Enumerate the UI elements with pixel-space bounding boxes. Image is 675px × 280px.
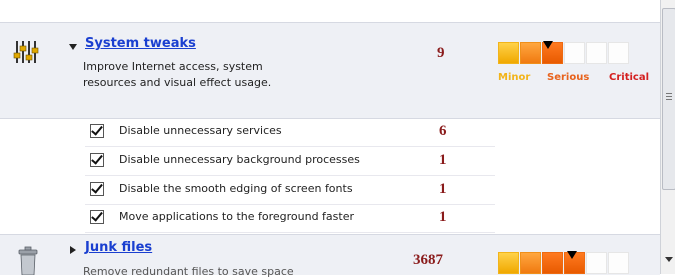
tweak-count: 1 [439, 181, 447, 197]
issue-count: 3687 [413, 252, 443, 268]
tweak-checkbox[interactable] [90, 153, 104, 167]
equalizer-sliders-icon [13, 41, 39, 63]
scroll-down-arrow-icon[interactable] [665, 257, 673, 262]
group-description-line-1: Improve Internet access, system [83, 60, 263, 73]
severity-meter [498, 252, 630, 274]
top-spacer [0, 0, 660, 22]
tweak-checkbox[interactable] [90, 182, 104, 196]
severity-label-serious: Serious [547, 72, 590, 83]
severity-segment [542, 252, 563, 274]
severity-segment [564, 42, 585, 64]
severity-pointer-icon [543, 41, 553, 49]
group-description-line-2: resources and visual effect usage. [83, 76, 272, 89]
severity-segment [498, 42, 519, 64]
collapse-arrow-icon[interactable] [69, 44, 77, 50]
expand-arrow-icon[interactable] [70, 246, 76, 254]
group-description-partial: Remove redundant files to save space [83, 265, 294, 278]
thumb-grip-icon [666, 99, 672, 100]
severity-segment [586, 252, 607, 274]
scrollbar-thumb[interactable] [662, 8, 675, 190]
severity-segment [608, 252, 629, 274]
group-title-link[interactable]: Junk files [85, 240, 152, 255]
severity-label-critical: Critical [609, 72, 650, 83]
tweak-count: 1 [439, 152, 447, 168]
severity-label-minor: Minor [498, 72, 531, 83]
severity-pointer-icon [567, 251, 577, 259]
group-junk-files[interactable]: Junk files Remove redundant files to sav… [0, 234, 660, 278]
trash-bin-icon [18, 246, 38, 275]
tweak-row[interactable]: Disable the smooth edging of screen font… [85, 176, 495, 205]
vertical-scrollbar[interactable] [660, 0, 675, 274]
group-system-tweaks[interactable]: System tweaks Improve Internet access, s… [0, 22, 660, 119]
tweak-label: Move applications to the foreground fast… [119, 210, 355, 223]
tweak-row[interactable]: Move applications to the foreground fast… [85, 204, 495, 233]
severity-segment [586, 42, 607, 64]
thumb-grip-icon [666, 96, 672, 97]
severity-segment [520, 42, 541, 64]
issue-count: 9 [437, 45, 445, 61]
tweak-count: 1 [439, 209, 447, 225]
severity-segment [498, 252, 519, 274]
thumb-grip-icon [666, 93, 672, 94]
tweak-checkbox[interactable] [90, 124, 104, 138]
severity-segment [608, 42, 629, 64]
tweak-row[interactable]: Disable unnecessary background processes… [85, 147, 495, 176]
tweak-label: Disable the smooth edging of screen font… [119, 182, 353, 195]
group-title-link[interactable]: System tweaks [85, 36, 196, 51]
tweak-label: Disable unnecessary background processes [119, 153, 360, 166]
tweak-count: 6 [439, 123, 447, 139]
severity-meter [498, 42, 630, 64]
tweak-checkbox[interactable] [90, 210, 104, 224]
tweak-label: Disable unnecessary services [119, 124, 282, 137]
tweak-row[interactable]: Disable unnecessary services 6 [85, 118, 495, 147]
severity-segment [520, 252, 541, 274]
